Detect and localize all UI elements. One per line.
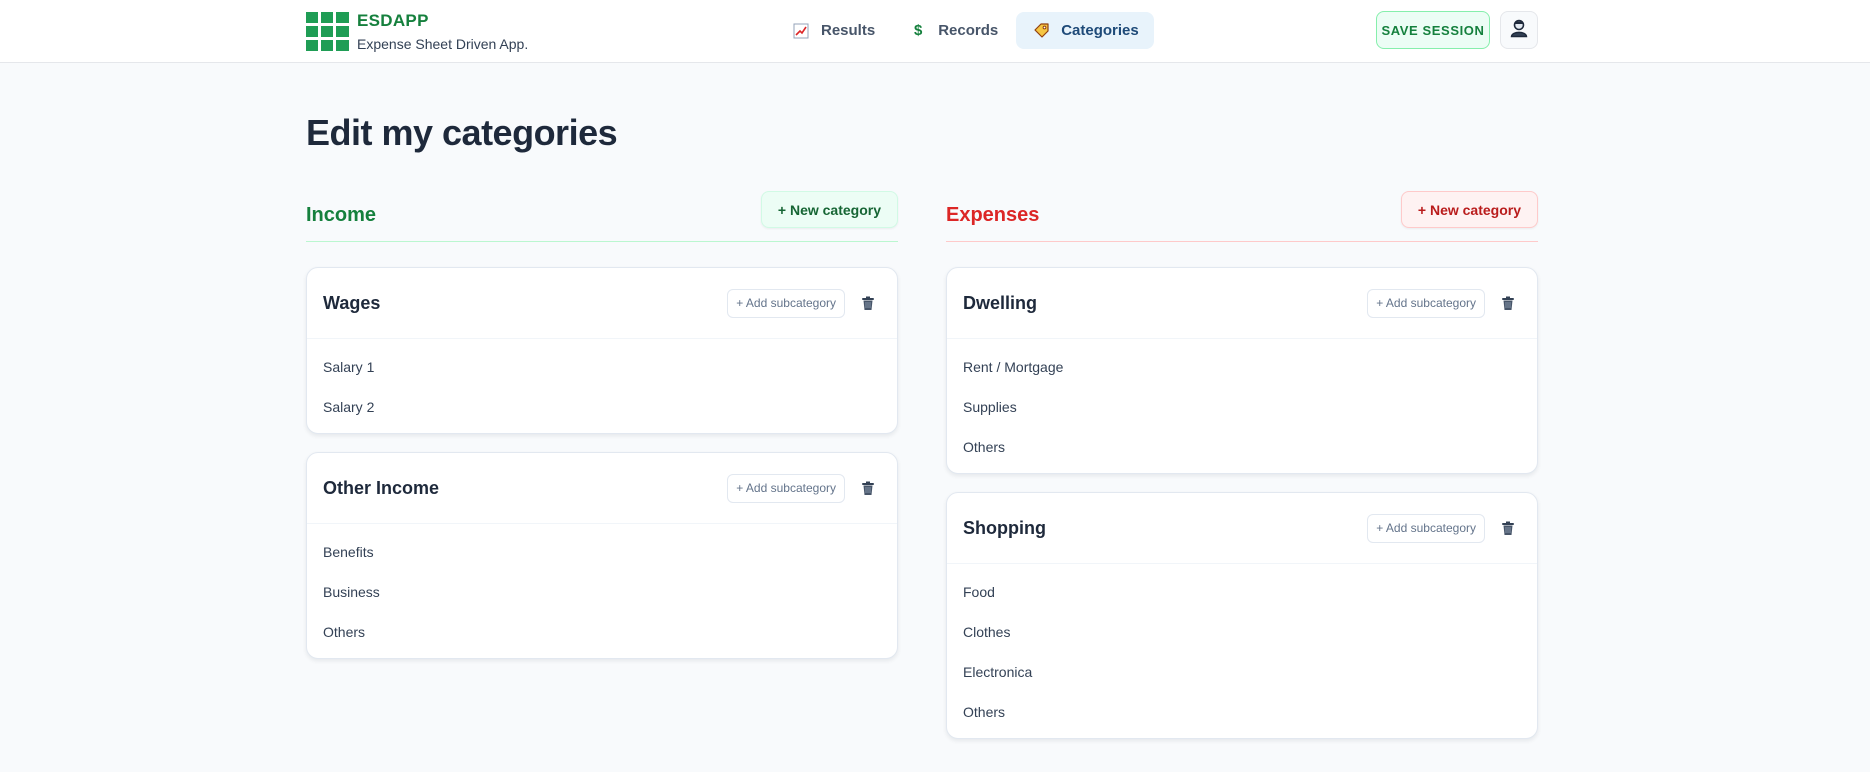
category-card-shopping: Shopping + Add subcategory Food Clothes … xyxy=(946,492,1538,739)
category-name: Wages xyxy=(323,292,381,313)
category-card-header: Shopping + Add subcategory xyxy=(947,493,1537,564)
dollar-icon: $ xyxy=(914,22,923,39)
expenses-column: Expenses + New category Dwelling + Add s… xyxy=(946,190,1538,739)
category-card-header: Dwelling + Add subcategory xyxy=(947,268,1537,339)
trash-icon[interactable] xyxy=(1499,519,1517,537)
subcategory-list: Food Clothes Electronica Others xyxy=(947,564,1537,738)
subcategory-list: Salary 1 Salary 2 xyxy=(307,339,897,433)
add-subcategory-button[interactable]: + Add subcategory xyxy=(1367,288,1485,318)
income-title: Income xyxy=(306,204,377,226)
subcategory-item[interactable]: Electronica xyxy=(963,652,1521,692)
user-menu-button[interactable] xyxy=(1500,11,1538,49)
subcategory-item[interactable]: Rent / Mortgage xyxy=(963,347,1521,387)
trash-icon[interactable] xyxy=(1499,294,1517,312)
tag-icon xyxy=(1031,21,1051,41)
category-card-header: Wages + Add subcategory xyxy=(307,268,897,339)
category-name: Dwelling xyxy=(963,292,1038,313)
page-title: Edit my categories xyxy=(306,112,618,153)
expenses-header: Expenses + New category xyxy=(946,190,1538,242)
trash-icon[interactable] xyxy=(859,479,877,497)
brand-name: ESDAPP xyxy=(357,11,429,30)
add-subcategory-button[interactable]: + Add subcategory xyxy=(727,288,845,318)
brand[interactable]: ESDAPP Expense Sheet Driven App. xyxy=(306,11,528,53)
subcategory-item[interactable]: Business xyxy=(323,572,881,612)
category-card-header: Other Income + Add subcategory xyxy=(307,453,897,524)
subcategory-item[interactable]: Food xyxy=(963,572,1521,612)
subcategory-item[interactable]: Clothes xyxy=(963,612,1521,652)
category-card-other-income: Other Income + Add subcategory Benefits … xyxy=(306,452,898,659)
brand-subtitle: Expense Sheet Driven App. xyxy=(357,36,529,52)
income-header: Income + New category xyxy=(306,190,898,242)
nav-categories-label: Categories xyxy=(1061,22,1139,39)
income-column: Income + New category Wages + Add subcat… xyxy=(306,190,898,659)
category-name: Shopping xyxy=(963,517,1046,538)
subcategory-item[interactable]: Others xyxy=(963,427,1521,467)
nav-records[interactable]: $ Records xyxy=(893,12,1013,49)
category-card-dwelling: Dwelling + Add subcategory Rent / Mortga… xyxy=(946,267,1538,474)
subcategory-item[interactable]: Others xyxy=(963,692,1521,732)
nav-results-label: Results xyxy=(821,22,876,39)
expenses-title: Expenses xyxy=(946,204,1040,226)
subcategory-item[interactable]: Benefits xyxy=(323,532,881,572)
subcategory-list: Rent / Mortgage Supplies Others xyxy=(947,339,1537,473)
top-bar: ESDAPP Expense Sheet Driven App. Results… xyxy=(0,0,1870,63)
app-logo-icon xyxy=(306,12,349,51)
new-expense-category-button[interactable]: + New category xyxy=(1400,191,1538,228)
category-card-wages: Wages + Add subcategory Salary 1 Salary … xyxy=(306,267,898,434)
subcategory-item[interactable]: Salary 2 xyxy=(323,387,881,427)
nav-categories[interactable]: Categories xyxy=(1016,12,1154,49)
add-subcategory-button[interactable]: + Add subcategory xyxy=(1367,513,1485,543)
new-income-category-button[interactable]: + New category xyxy=(760,191,898,228)
trash-icon[interactable] xyxy=(859,294,877,312)
subcategory-list: Benefits Business Others xyxy=(307,524,897,658)
nav-results[interactable]: Results xyxy=(776,12,890,49)
subcategory-item[interactable]: Supplies xyxy=(963,387,1521,427)
subcategory-item[interactable]: Salary 1 xyxy=(323,347,881,387)
add-subcategory-button[interactable]: + Add subcategory xyxy=(727,473,845,503)
nav-records-label: Records xyxy=(938,22,999,39)
category-name: Other Income xyxy=(323,477,440,498)
user-avatar-icon xyxy=(1509,18,1529,43)
main-nav: Results $ Records Categories xyxy=(776,12,1157,49)
subcategory-item[interactable]: Others xyxy=(323,612,881,652)
save-session-button[interactable]: SAVE SESSION xyxy=(1376,11,1490,49)
chart-icon xyxy=(791,21,811,41)
